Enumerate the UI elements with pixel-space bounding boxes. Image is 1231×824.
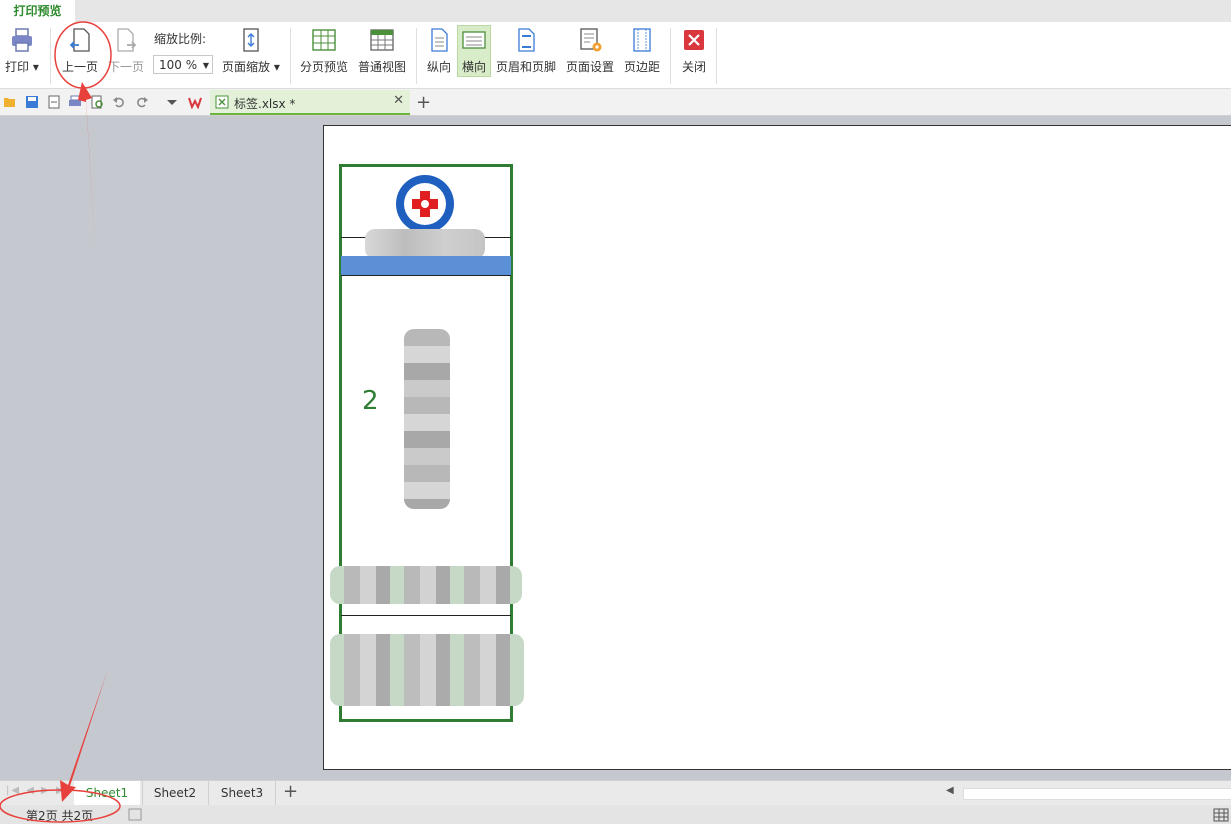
redacted-field	[330, 566, 522, 604]
close-label: 关闭	[681, 60, 706, 74]
landscape-label: 横向	[461, 60, 486, 74]
preview-background	[0, 116, 323, 772]
margins-icon	[633, 28, 651, 52]
margins-label: 页边距	[624, 60, 661, 74]
header-footer-label: 页眉和页脚	[496, 60, 557, 74]
prev-page-button[interactable]: 上一页	[62, 26, 98, 75]
label-blue-band	[341, 256, 511, 275]
normal-view-label: 普通视图	[358, 60, 407, 74]
close-icon	[684, 30, 704, 50]
close-preview-button[interactable]: 关闭	[680, 26, 708, 75]
header-footer-icon	[518, 28, 535, 52]
landscape-button[interactable]: 横向	[457, 25, 491, 77]
redacted-field	[330, 634, 524, 706]
next-page-label: 下一页	[108, 60, 145, 74]
label-divider	[341, 275, 511, 276]
page-zoom-label: 页面缩放	[222, 60, 271, 74]
normal-view-button[interactable]: 普通视图	[358, 26, 406, 75]
redacted-header	[365, 229, 485, 259]
print-preview-ribbon: 打印 ▾ 上一页 下一页 缩放比例: 100 % ▼ 页面缩放 ▾ 分页预览 普…	[0, 22, 1231, 89]
status-bar: 第2页 共2页	[0, 805, 1231, 824]
sheet-tab-2[interactable]: Sheet2	[142, 781, 207, 805]
portrait-button[interactable]: 纵向	[425, 26, 453, 75]
normal-view-icon	[370, 29, 394, 51]
portrait-label: 纵向	[426, 60, 451, 74]
page-zoom-button[interactable]: 页面缩放 ▾	[222, 26, 280, 75]
excel-file-icon	[215, 95, 229, 109]
grid-view-icon[interactable]	[1213, 808, 1229, 822]
prev-page-icon	[69, 28, 90, 52]
next-page-icon	[117, 28, 137, 52]
tab-print-preview[interactable]: 打印预览	[0, 0, 75, 22]
printer-icon	[11, 28, 32, 52]
portrait-icon	[431, 28, 448, 52]
close-tab-icon[interactable]: ✕	[393, 93, 404, 108]
undo-icon[interactable]	[112, 95, 126, 109]
next-page-button[interactable]: 下一页	[108, 26, 144, 75]
label-number: 2	[362, 386, 379, 416]
print-label: 打印	[5, 60, 30, 74]
wps-logo-icon[interactable]	[188, 95, 202, 109]
page-setup-label: 页面设置	[566, 60, 615, 74]
quick-access-toolbar	[0, 89, 1231, 116]
sheet-nav-arrows-icon[interactable]: |◀ ◀ ▶ ▶|	[6, 785, 71, 796]
zoom-label: 缩放比例:	[154, 32, 207, 46]
page-break-preview-button[interactable]: 分页预览	[300, 26, 348, 75]
sheet-tab-bar: |◀ ◀ ▶ ▶| Sheet1 Sheet2 Sheet3 + ◀	[0, 780, 1231, 806]
page-break-preview-label: 分页预览	[300, 60, 349, 74]
page-break-preview-icon	[312, 29, 336, 51]
add-sheet-button[interactable]: +	[283, 781, 298, 802]
print-button[interactable]: 打印 ▾	[5, 26, 39, 75]
hospital-logo	[396, 175, 454, 233]
export-icon[interactable]	[47, 95, 61, 109]
printer-icon[interactable]	[68, 95, 82, 109]
page-zoom-icon	[243, 28, 259, 52]
new-tab-button[interactable]: +	[416, 92, 431, 113]
landscape-icon	[462, 31, 486, 49]
document-tab[interactable]: 标签.xlsx * ✕	[210, 90, 410, 115]
chevron-down-icon: ▼	[202, 61, 209, 70]
status-page-info: 第2页 共2页	[26, 809, 94, 823]
print-preview-icon[interactable]	[90, 95, 104, 109]
zoom-value: 100 %	[159, 58, 198, 72]
horizontal-scrollbar[interactable]	[963, 788, 1231, 800]
scroll-left-icon[interactable]: ◀	[946, 785, 954, 796]
redacted-vertical-text	[404, 329, 450, 509]
document-tab-name: 标签.xlsx *	[234, 97, 296, 111]
header-footer-button[interactable]: 页眉和页脚	[496, 26, 556, 75]
label-divider	[341, 615, 511, 616]
zoom-select[interactable]: 100 % ▼	[153, 55, 213, 74]
ribbon-tab-strip: 打印预览	[0, 0, 1231, 22]
open-folder-icon[interactable]	[3, 95, 17, 109]
page-setup-button[interactable]: 页面设置	[566, 26, 614, 75]
redo-icon[interactable]	[135, 95, 149, 109]
page-setup-icon	[580, 28, 602, 52]
prev-page-label: 上一页	[62, 60, 99, 74]
sheet-tab-1[interactable]: Sheet1	[74, 781, 140, 805]
save-icon[interactable]	[25, 95, 39, 109]
sheet-view-icon[interactable]	[128, 808, 142, 821]
margins-button[interactable]: 页边距	[624, 26, 660, 75]
chevron-down-icon[interactable]	[165, 95, 179, 109]
sheet-tab-3[interactable]: Sheet3	[208, 781, 276, 805]
